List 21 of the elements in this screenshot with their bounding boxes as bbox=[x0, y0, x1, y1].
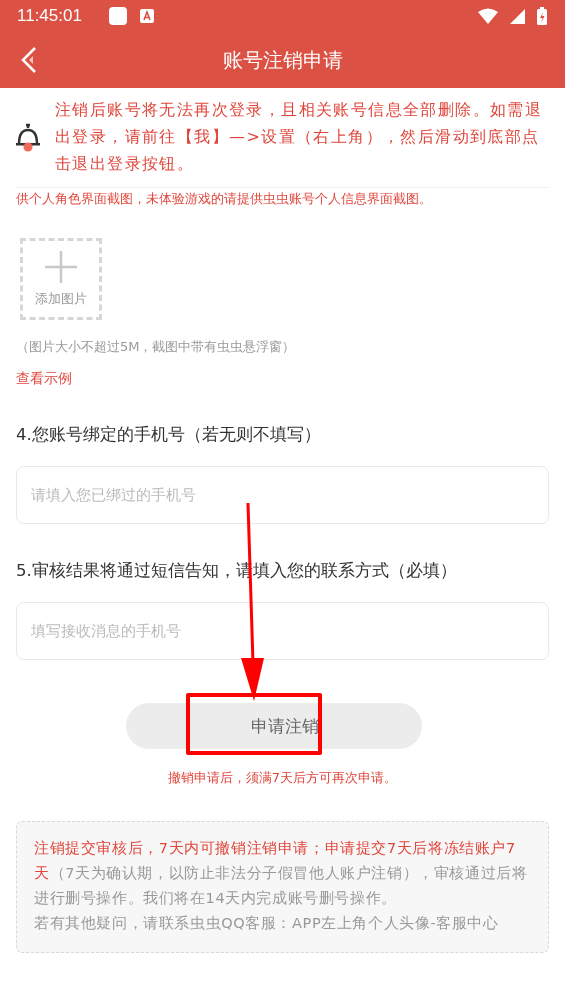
notice-text: 注销后账号将无法再次登录，且相关账号信息全部删除。如需退出登录，请前往【我】—>设置（右上角），然后滑动到底部点击退出登录按钮。 bbox=[55, 99, 544, 175]
apply-cancel-button[interactable]: 申请注销 bbox=[125, 703, 422, 749]
phone-field[interactable]: 请填入您已绑过的手机号 bbox=[16, 466, 549, 524]
battery-icon bbox=[537, 7, 547, 25]
screenshot-hint: 供个人角色界面截图，未体验游戏的请提供虫虫账号个人信息界面截图。 bbox=[16, 190, 433, 208]
info-text: 注销提交审核后，7天内可撤销注销申请；申请提交7天后将冻结账户7天（7天为确认期，以防止非法分子假冒他人账户注销），审核通过后将进行删号操作。我们将在14天内完成账号删号操作。 bbox=[34, 839, 529, 908]
notification-icon bbox=[107, 6, 128, 26]
plus-icon bbox=[44, 250, 78, 284]
question-label: 4.您账号绑定的手机号（若无则不填写） bbox=[16, 424, 322, 446]
contact-text: 若有其他疑问，请联系虫虫QQ客服：APP左上角个人头像-客服中心 bbox=[34, 914, 500, 933]
page-title: 账号注销申请 bbox=[221, 46, 344, 74]
example-link[interactable]: 查看示例 bbox=[16, 370, 72, 388]
signal-icon bbox=[510, 8, 525, 24]
submit-note: 撤销申请后，须满7天后方可再次申请。 bbox=[166, 769, 399, 787]
wifi-icon bbox=[478, 8, 498, 24]
status-time: 11:45:01 bbox=[17, 6, 82, 26]
bell-icon bbox=[15, 121, 41, 152]
size-note: （图片大小不超过5M，截图中带有虫虫悬浮窗） bbox=[16, 338, 297, 356]
phone-field[interactable]: 填写接收消息的手机号 bbox=[16, 602, 549, 660]
app-icon bbox=[139, 8, 154, 24]
add-image-button[interactable]: 添加图片 bbox=[20, 238, 102, 320]
